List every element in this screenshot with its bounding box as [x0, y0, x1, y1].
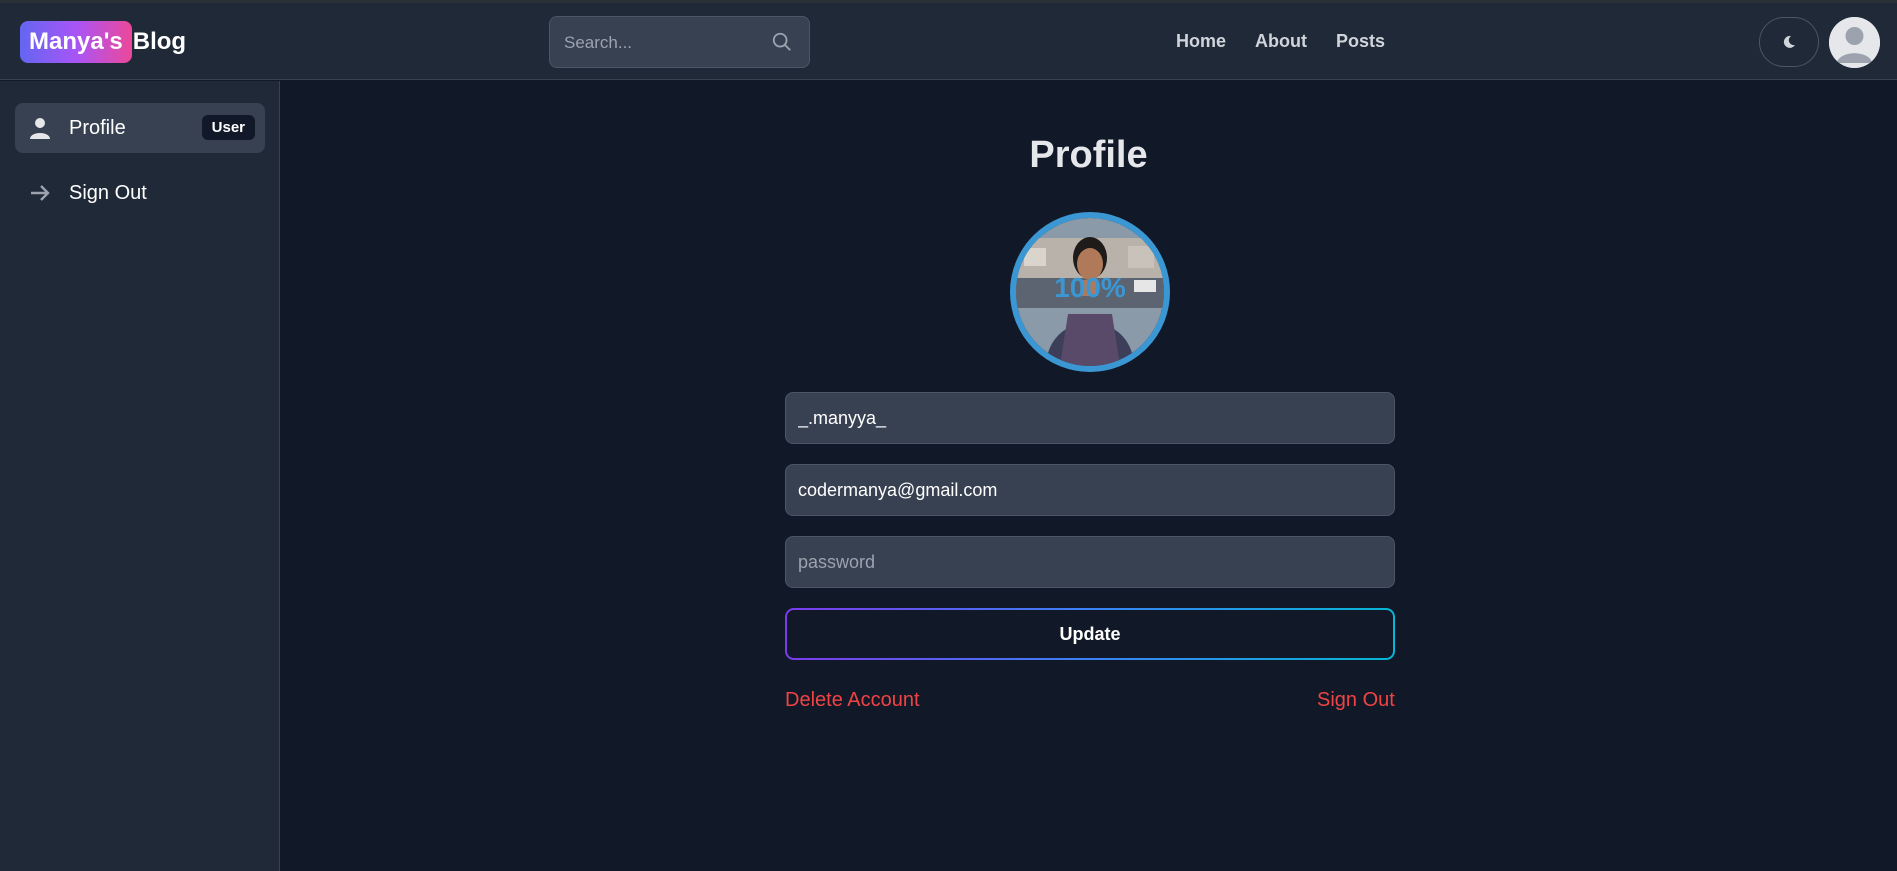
user-icon	[30, 118, 50, 139]
avatar-placeholder-icon	[1829, 17, 1880, 68]
arrow-right-icon	[31, 185, 50, 201]
nav-posts-link[interactable]: Posts	[1336, 31, 1385, 52]
role-badge: User	[201, 115, 255, 140]
sidebar-item-label: Profile	[69, 116, 126, 139]
sidebar-item-signout[interactable]: Sign Out	[15, 168, 265, 218]
nav-about-link[interactable]: About	[1255, 31, 1307, 52]
theme-toggle-button[interactable]	[1759, 17, 1819, 67]
user-avatar-button[interactable]	[1829, 17, 1880, 68]
moon-icon	[1783, 35, 1795, 48]
nav-home-link[interactable]: Home	[1176, 31, 1226, 52]
site-logo[interactable]: Manya's Blog	[20, 21, 186, 63]
main-nav: Home About Posts	[1176, 31, 1414, 52]
update-button-border: Update	[785, 608, 1395, 660]
page-title: Profile	[1029, 134, 1148, 176]
navbar: Manya's Blog Home About Posts	[0, 3, 1897, 80]
sidebar-item-label: Sign Out	[69, 181, 147, 204]
sidebar: Profile User Sign Out	[0, 81, 280, 871]
upload-progress-text: 100%	[1054, 272, 1126, 303]
update-button[interactable]: Update	[787, 610, 1393, 658]
search-input[interactable]	[562, 17, 766, 69]
logo-text: Blog	[132, 28, 187, 55]
search-box	[549, 16, 810, 69]
sidebar-item-profile[interactable]: Profile User	[15, 103, 265, 153]
sign-out-link[interactable]: Sign Out	[1317, 689, 1395, 712]
search-icon[interactable]	[771, 31, 793, 53]
logo-badge: Manya's	[20, 21, 132, 63]
password-field[interactable]	[785, 536, 1395, 588]
delete-account-link[interactable]: Delete Account	[785, 689, 920, 712]
email-field[interactable]	[785, 464, 1395, 516]
username-field[interactable]	[785, 392, 1395, 444]
